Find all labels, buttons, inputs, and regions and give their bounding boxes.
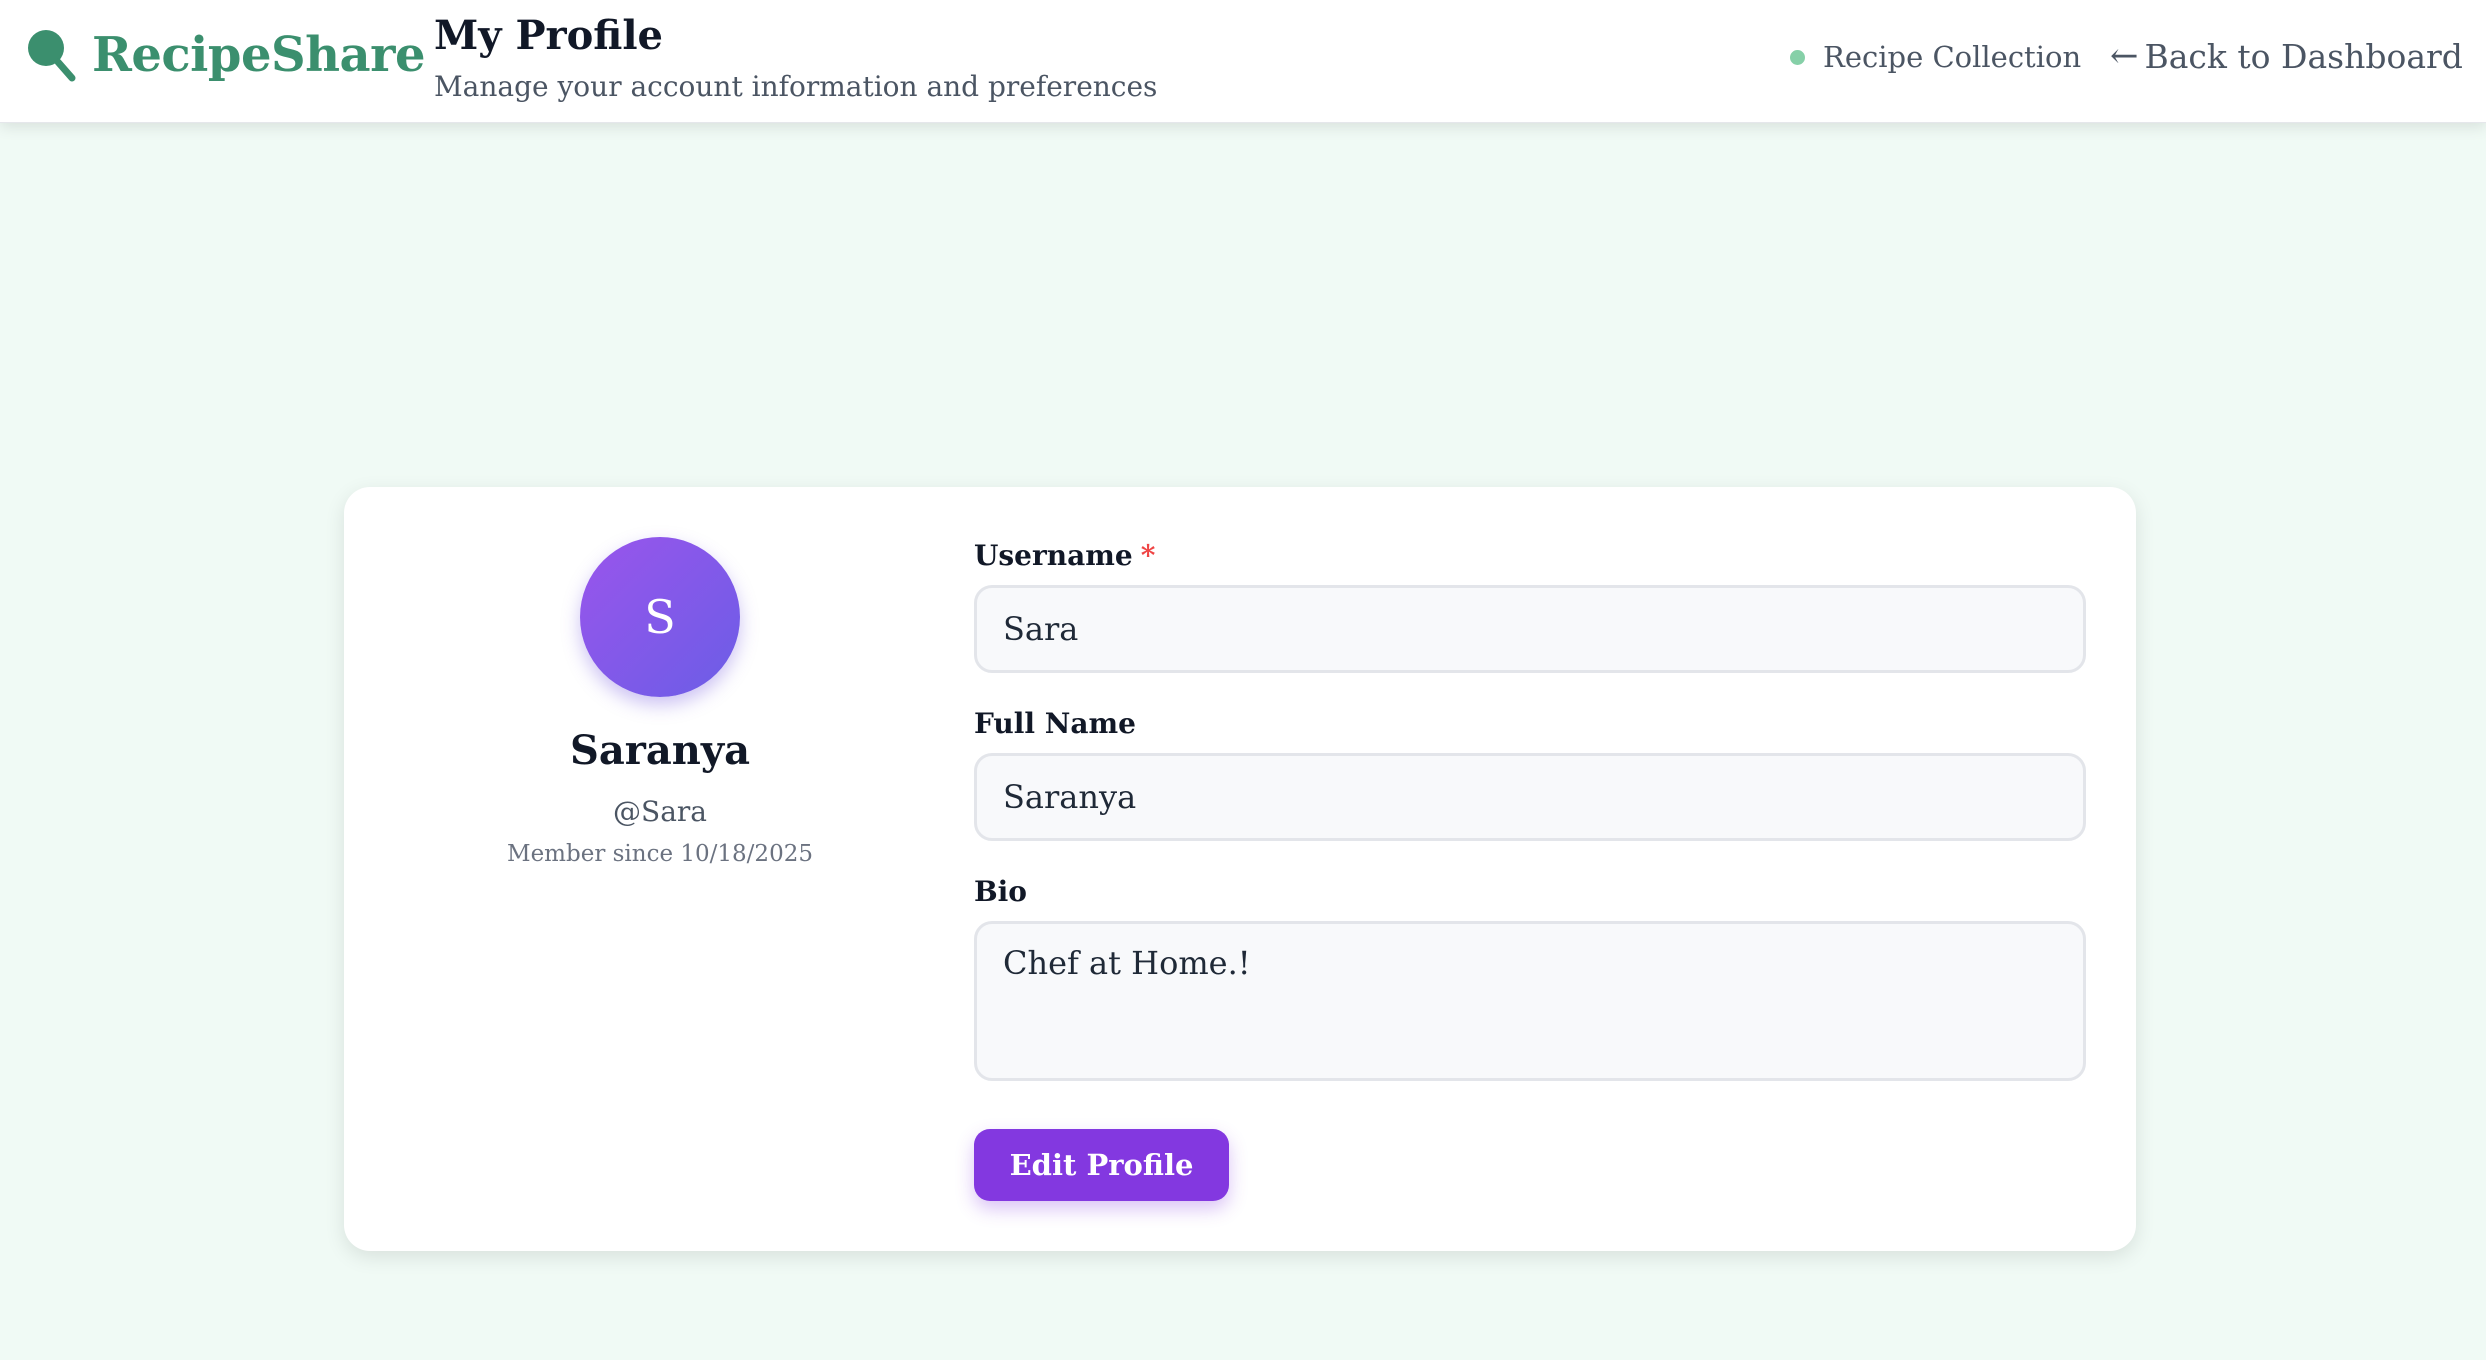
- page-title: My Profile: [434, 12, 664, 59]
- member-since: Member since 10/18/2025: [507, 841, 813, 867]
- app-name: RecipeShare: [92, 27, 425, 83]
- fullname-value: Saranya: [1003, 778, 1137, 816]
- fullname-field[interactable]: Saranya: [974, 753, 2086, 841]
- bio-value: Chef at Home.!: [1003, 944, 1251, 982]
- arrow-left-icon: ←: [2110, 36, 2139, 76]
- profile-card: S Saranya @Sara Member since 10/18/2025 …: [344, 487, 2136, 1251]
- bio-textarea[interactable]: Chef at Home.!: [974, 921, 2086, 1081]
- app-logo[interactable]: RecipeShare: [24, 26, 425, 84]
- recipe-collection-label: Recipe Collection: [1823, 40, 2082, 74]
- back-to-dashboard-label: Back to Dashboard: [2144, 36, 2463, 76]
- top-header: RecipeShare My Profile Manage your accou…: [0, 0, 2486, 123]
- profile-handle: @Sara: [613, 795, 707, 828]
- avatar: S: [580, 537, 740, 697]
- profile-display-name: Saranya: [569, 727, 751, 774]
- page-subtitle: Manage your account information and pref…: [434, 70, 1158, 103]
- username-label-text: Username: [974, 539, 1133, 572]
- bio-label: Bio: [974, 875, 1027, 908]
- fullname-label: Full Name: [974, 707, 1136, 740]
- username-label: Username *: [974, 539, 1155, 572]
- recipe-collection-link[interactable]: Recipe Collection: [1790, 40, 2081, 74]
- status-dot-icon: [1790, 49, 1805, 65]
- edit-profile-button[interactable]: Edit Profile: [974, 1129, 1229, 1201]
- back-to-dashboard-link[interactable]: ← Back to Dashboard: [2110, 36, 2463, 76]
- magnifier-icon: [28, 30, 76, 82]
- required-marker: *: [1140, 539, 1156, 572]
- username-value: Sara: [1003, 610, 1079, 648]
- username-field[interactable]: Sara: [974, 585, 2086, 673]
